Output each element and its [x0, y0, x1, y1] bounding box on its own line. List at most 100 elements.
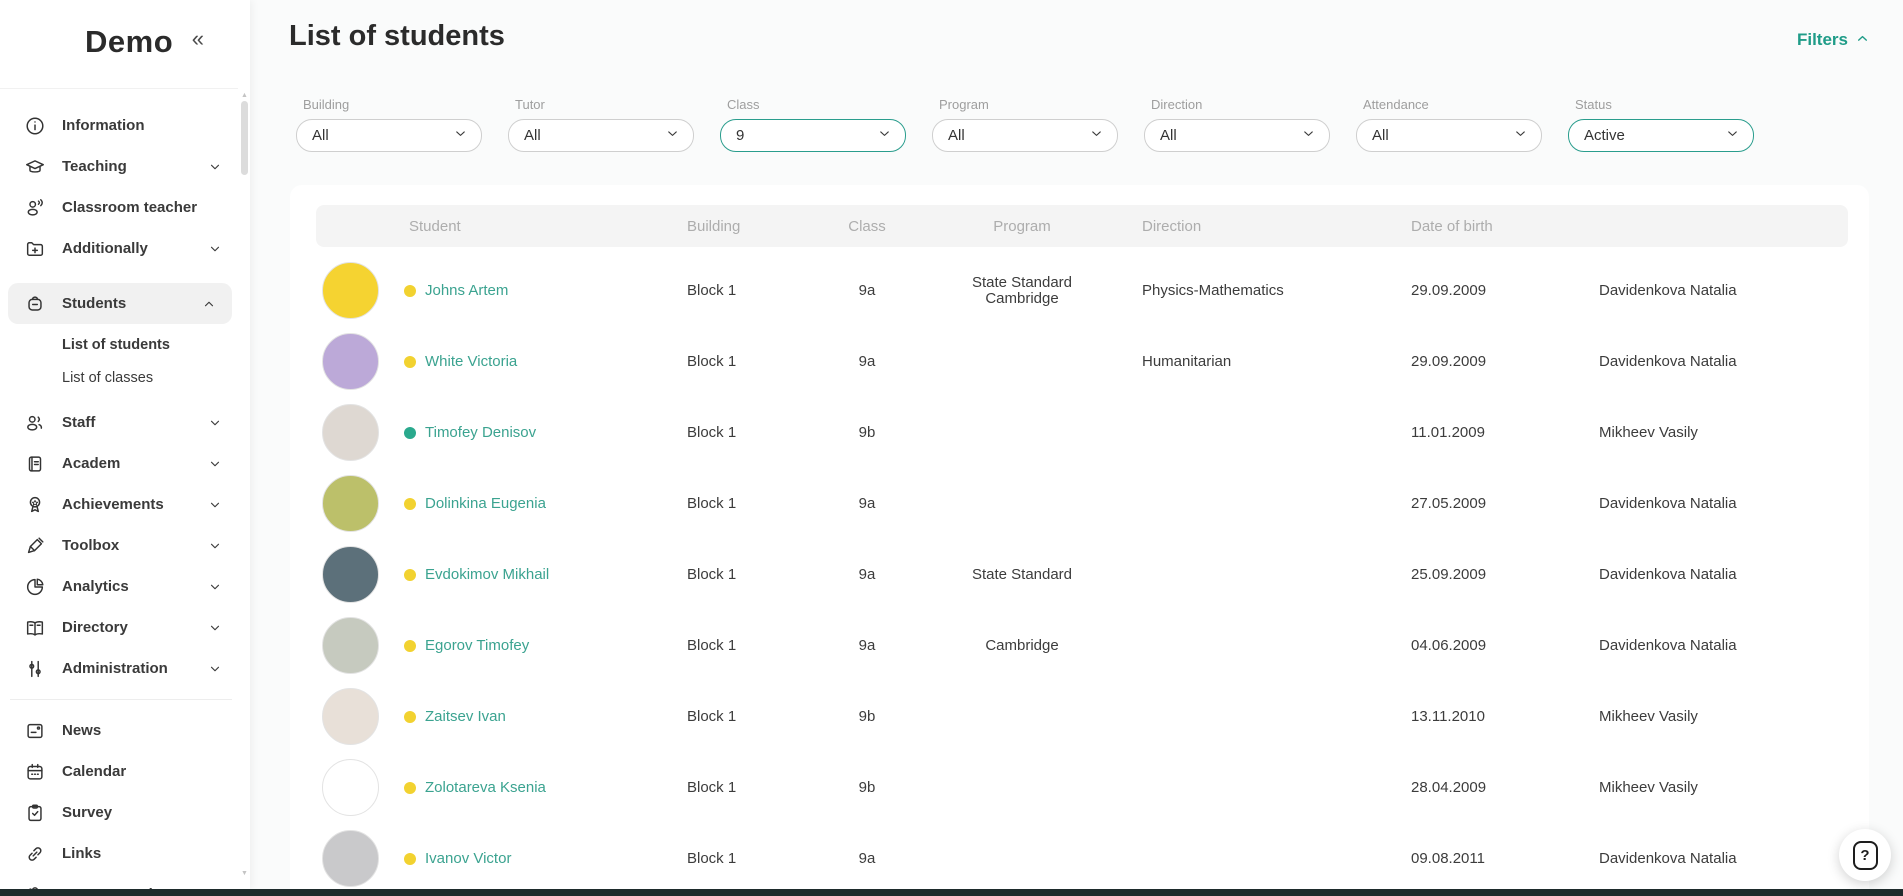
calendar-icon [23, 760, 47, 784]
sidebar-item-staff[interactable]: Staff [0, 402, 238, 443]
sidebar-item-students[interactable]: Students [8, 283, 232, 324]
status-dot [404, 427, 416, 439]
student-name-link[interactable]: Zolotareva Ksenia [425, 779, 546, 796]
sidebar-item-classroom-teacher[interactable]: Classroom teacher [0, 187, 238, 228]
cell-building: Block 1 [687, 637, 817, 654]
table-row[interactable]: Timofey Denisov Block 1 9b 11.01.2009 Mi… [316, 397, 1848, 468]
chevron-down-icon [1301, 126, 1316, 145]
sidebar-item-achievements[interactable]: Achievements [0, 484, 238, 525]
student-avatar [322, 759, 379, 816]
sidebar-item-news[interactable]: News [0, 710, 238, 751]
sidebar-item-administration[interactable]: Administration [0, 648, 238, 689]
table-header-row: Student Building Class Program Direction… [316, 205, 1848, 247]
sidebar-subitem-list-of-classes[interactable]: List of classes [0, 361, 238, 394]
sidebar-item-calendar[interactable]: Calendar [0, 751, 238, 792]
chevron-down-icon [208, 242, 222, 256]
student-name-link[interactable]: Zaitsev Ivan [425, 708, 506, 725]
cell-dob: 28.04.2009 [1396, 779, 1584, 796]
filter-value: 9 [736, 127, 744, 144]
student-name-link[interactable]: Johns Artem [425, 282, 508, 299]
page-title: List of students [289, 20, 505, 53]
filter-tutor-select[interactable]: All [508, 119, 694, 152]
cell-building: Block 1 [687, 850, 817, 867]
sidebar-scrollbar[interactable]: ▲ ▼ [241, 92, 248, 877]
cell-building: Block 1 [687, 708, 817, 725]
filter-attendance-select[interactable]: All [1356, 119, 1542, 152]
app-logo: Demo [85, 24, 173, 60]
cell-class: 9a [817, 637, 917, 654]
sidebar-item-additionally[interactable]: Additionally [0, 228, 238, 269]
cell-tutor: Mikheev Vasily [1584, 779, 1848, 796]
student-name-link[interactable]: White Victoria [425, 353, 517, 370]
column-header-program: Program [917, 218, 1127, 235]
cell-dob: 27.05.2009 [1396, 495, 1584, 512]
filter-program-select[interactable]: All [932, 119, 1118, 152]
column-header-class: Class [817, 218, 917, 235]
sidebar-item-directory[interactable]: Directory [0, 607, 238, 648]
filter-value: All [524, 127, 541, 144]
chevron-down-icon [208, 539, 222, 553]
sidebar-item-label: Staff [62, 414, 95, 431]
sidebar-item-label: Survey [62, 804, 112, 821]
cell-class: 9b [817, 424, 917, 441]
clipboard-check-icon [23, 801, 47, 825]
filter-attendance: Attendance All [1356, 97, 1542, 152]
sidebar-item-label: Academ [62, 455, 120, 472]
table-row[interactable]: Ivanov Victor Block 1 9a 09.08.2011 Davi… [316, 823, 1848, 894]
filter-status-select[interactable]: Active [1568, 119, 1754, 152]
scrollbar-down-arrow[interactable]: ▼ [241, 870, 248, 877]
sidebar-item-links[interactable]: Links [0, 833, 238, 874]
filters-toggle-button[interactable]: Filters [1797, 30, 1870, 50]
cell-dob: 29.09.2009 [1396, 353, 1584, 370]
cell-dob: 09.08.2011 [1396, 850, 1584, 867]
table-row[interactable]: Evdokimov Mikhail Block 1 9a State Stand… [316, 539, 1848, 610]
sidebar-item-toolbox[interactable]: Toolbox [0, 525, 238, 566]
table-row[interactable]: Egorov Timofey Block 1 9a Cambridge 04.0… [316, 610, 1848, 681]
cell-tutor: Davidenkova Natalia [1584, 637, 1848, 654]
student-avatar [322, 617, 379, 674]
sidebar-scrollbar-thumb[interactable] [241, 101, 248, 175]
cell-building: Block 1 [687, 495, 817, 512]
sidebar-item-label: Classroom teacher [62, 199, 197, 216]
sidebar-subitem-list-of-students[interactable]: List of students [0, 328, 238, 361]
sidebar-item-label: Analytics [62, 578, 129, 595]
chevron-down-icon [877, 126, 892, 145]
sidebar-item-survey[interactable]: Survey [0, 792, 238, 833]
main-content: List of students Filters Building All Tu… [250, 0, 1903, 889]
student-name-link[interactable]: Ivanov Victor [425, 850, 511, 867]
sidebar-item-documentation[interactable]: Documentation [0, 874, 238, 889]
filter-building: Building All [296, 97, 482, 152]
table-row[interactable]: Dolinkina Eugenia Block 1 9a 27.05.2009 … [316, 468, 1848, 539]
help-button[interactable]: ? [1839, 829, 1891, 881]
sidebar-collapse-button[interactable]: « [192, 26, 204, 52]
cell-direction: Humanitarian [1127, 353, 1396, 370]
chevron-down-icon [208, 160, 222, 174]
chevron-down-icon [208, 457, 222, 471]
sidebar-nav: Information Teaching Classroom teacher [0, 88, 238, 889]
cell-tutor: Mikheev Vasily [1584, 424, 1848, 441]
filter-building-select[interactable]: All [296, 119, 482, 152]
student-name-link[interactable]: Timofey Denisov [425, 424, 536, 441]
sidebar-item-information[interactable]: Information [0, 105, 238, 146]
status-dot [404, 782, 416, 794]
column-header-dob: Date of birth [1396, 218, 1584, 235]
sidebar-item-label: Directory [62, 619, 128, 636]
student-name-link[interactable]: Evdokimov Mikhail [425, 566, 549, 583]
chevron-down-icon [208, 416, 222, 430]
student-name-link[interactable]: Egorov Timofey [425, 637, 529, 654]
table-row[interactable]: Johns Artem Block 1 9a State Standard Ca… [316, 255, 1848, 326]
scrollbar-up-arrow[interactable]: ▲ [241, 92, 248, 99]
student-name-link[interactable]: Dolinkina Eugenia [425, 495, 546, 512]
table-row[interactable]: Zaitsev Ivan Block 1 9b 13.11.2010 Mikhe… [316, 681, 1848, 752]
filter-direction-select[interactable]: All [1144, 119, 1330, 152]
table-row[interactable]: Zolotareva Ksenia Block 1 9b 28.04.2009 … [316, 752, 1848, 823]
filter-class-select[interactable]: 9 [720, 119, 906, 152]
sidebar-item-analytics[interactable]: Analytics [0, 566, 238, 607]
cell-dob: 13.11.2010 [1396, 708, 1584, 725]
table-body: Johns Artem Block 1 9a State Standard Ca… [316, 255, 1848, 894]
table-row[interactable]: White Victoria Block 1 9a Humanitarian 2… [316, 326, 1848, 397]
sidebar-item-teaching[interactable]: Teaching [0, 146, 238, 187]
filter-value: Active [1584, 127, 1625, 144]
sidebar-item-academ[interactable]: Academ [0, 443, 238, 484]
cell-program: Cambridge [985, 638, 1058, 654]
